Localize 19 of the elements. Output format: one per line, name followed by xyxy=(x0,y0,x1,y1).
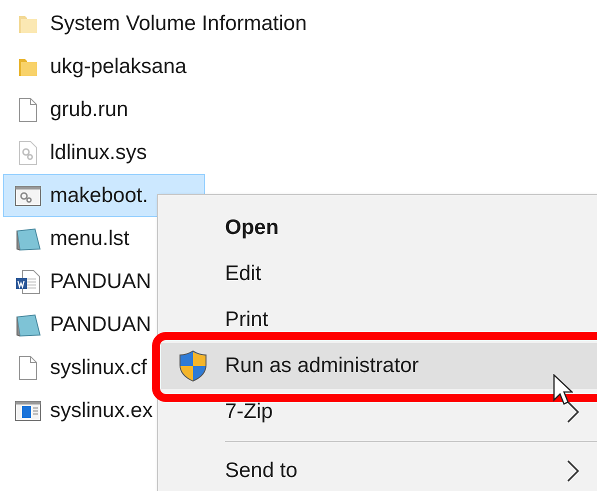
file-icon xyxy=(18,96,38,122)
mouse-pointer-icon xyxy=(553,374,573,406)
gear-file-icon xyxy=(18,140,38,166)
chevron-right-icon xyxy=(566,459,580,483)
application-icon xyxy=(15,400,41,420)
file-item[interactable]: ukg-pelaksana xyxy=(3,45,205,88)
file-icon xyxy=(18,354,38,380)
menu-item[interactable]: Run as administrator xyxy=(161,343,597,389)
file-item[interactable]: grub.run xyxy=(3,88,205,131)
notepad-icon xyxy=(15,312,41,336)
file-item[interactable]: syslinux.ex xyxy=(3,389,205,432)
file-item[interactable]: ldlinux.sys xyxy=(3,131,205,174)
word-document-icon xyxy=(15,268,41,294)
gear-window-icon xyxy=(15,186,41,206)
shield-icon xyxy=(178,350,208,382)
menu-item[interactable]: Send to xyxy=(161,448,597,491)
file-item[interactable]: System Volume Information xyxy=(3,2,314,45)
notepad-icon xyxy=(15,226,41,250)
chevron-right-icon xyxy=(566,400,580,424)
